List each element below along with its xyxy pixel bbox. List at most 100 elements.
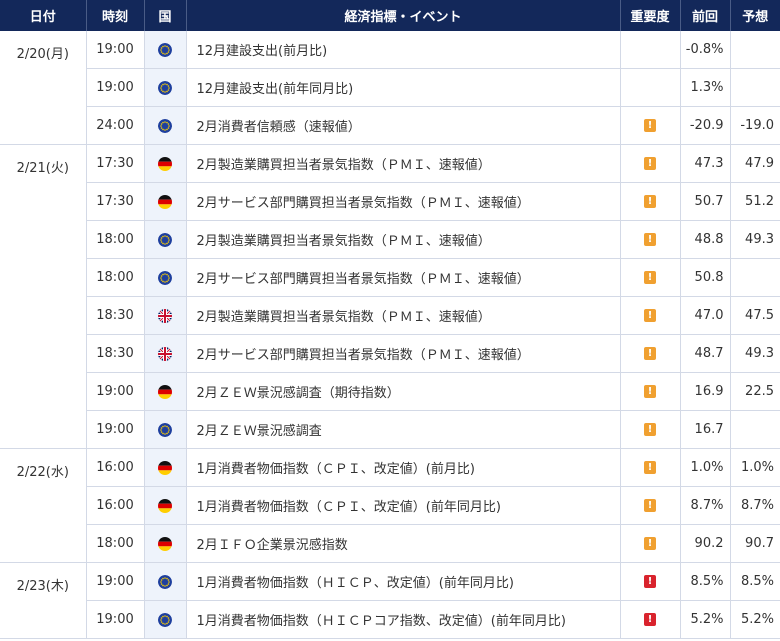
event-name-cell[interactable]: 12月建設支出(前月比) (186, 31, 621, 69)
table-row[interactable]: 18:30 2月製造業購買担当者景気指数（ＰＭＩ、速報値）! 47.0 47.5 (0, 296, 780, 335)
event-name-cell[interactable]: 1月消費者物価指数（ＣＰＩ、改定値）(前年同月比) (186, 486, 621, 525)
header-country[interactable]: 国 (144, 0, 187, 31)
table-row[interactable]: 2/23(木) 19:00 1月消費者物価指数（ＨＩＣＰ、改定値）(前年同月比)! 8… (0, 562, 780, 639)
economic-calendar-table: 日付 時刻 国 経済指標・イベント 重要度 前回 予想 2/20(月) 19:00… (0, 0, 780, 639)
time-cell: 24:00 (86, 106, 145, 145)
table-row[interactable]: 18:30 2月サービス部門購買担当者景気指数（ＰＭＩ、速報値）! 48.7 49.3 (0, 334, 780, 373)
importance-cell: ! (620, 600, 681, 639)
event-name-cell[interactable]: 2月サービス部門購買担当者景気指数（ＰＭＩ、速報値） (186, 258, 621, 297)
country-cell (144, 410, 187, 449)
previous-value-cell: 47.3 (680, 144, 731, 183)
event-name-cell[interactable]: 2月ＩＦＯ企業景況感指数 (186, 524, 621, 563)
importance-mid-icon: ! (644, 347, 656, 360)
eu-flag-icon (158, 118, 172, 133)
importance-cell: ! (620, 562, 681, 601)
table-row[interactable]: 2/21(火) 17:30 2月製造業購買担当者景気指数（ＰＭＩ、速報値）! 47.3… (0, 144, 780, 449)
importance-cell: ! (620, 486, 681, 525)
event-name-cell[interactable]: 1月消費者物価指数（ＣＰＩ、改定値）(前月比) (186, 448, 621, 487)
forecast-value-cell: -19.0 (730, 106, 780, 145)
event-name-cell[interactable]: 2月製造業購買担当者景気指数（ＰＭＩ、速報値） (186, 144, 621, 183)
event-name-cell[interactable]: 1月消費者物価指数（ＨＩＣＰコア指数、改定値）(前年同月比) (186, 600, 621, 639)
eu-flag-icon (158, 232, 172, 247)
previous-value-cell: 8.7% (680, 486, 731, 525)
country-cell (144, 31, 187, 69)
table-row[interactable]: 18:00 2月サービス部門購買担当者景気指数（ＰＭＩ、速報値）! 50.8 (0, 258, 780, 297)
previous-value-cell: 16.7 (680, 410, 731, 449)
importance-mid-icon: ! (644, 499, 656, 512)
header-time[interactable]: 時刻 (86, 0, 145, 31)
importance-high-icon: ! (644, 613, 656, 626)
country-cell (144, 334, 187, 373)
time-cell: 18:00 (86, 220, 145, 259)
forecast-value-cell: 47.9 (730, 144, 780, 183)
table-row[interactable]: 19:00 12月建設支出(前年同月比) 1.3% (0, 68, 780, 107)
header-date[interactable]: 日付 (0, 0, 87, 31)
previous-value-cell: 48.7 (680, 334, 731, 373)
previous-value-cell: 16.9 (680, 372, 731, 411)
header-forecast[interactable]: 予想 (730, 0, 780, 31)
forecast-value-cell: 8.7% (730, 486, 780, 525)
event-name-cell[interactable]: 2月製造業購買担当者景気指数（ＰＭＩ、速報値） (186, 296, 621, 335)
table-body: 2/20(月) 19:00 12月建設支出(前月比) -0.8% 19:00 12月建設支… (0, 31, 780, 639)
header-previous[interactable]: 前回 (680, 0, 731, 31)
country-cell (144, 182, 187, 221)
time-cell: 16:00 (86, 448, 145, 487)
forecast-value-cell (730, 31, 780, 69)
date-cell: 2/20(月) (0, 31, 87, 145)
country-cell (144, 562, 187, 601)
importance-mid-icon: ! (644, 461, 656, 474)
previous-value-cell: 48.8 (680, 220, 731, 259)
forecast-value-cell: 90.7 (730, 524, 780, 563)
event-name-cell[interactable]: 2月ＺＥＷ景況感調査 (186, 410, 621, 449)
de-flag-icon (158, 156, 172, 171)
importance-cell: ! (620, 144, 681, 183)
table-row[interactable]: 18:00 2月製造業購買担当者景気指数（ＰＭＩ、速報値）! 48.8 49.3 (0, 220, 780, 259)
table-row[interactable]: 24:00 2月消費者信頼感（速報値）! -20.9 -19.0 (0, 106, 780, 145)
eu-flag-icon (158, 422, 172, 437)
table-row[interactable]: 19:00 1月消費者物価指数（ＨＩＣＰコア指数、改定値）(前年同月比)! 5.2%… (0, 600, 780, 639)
importance-cell: ! (620, 448, 681, 487)
importance-mid-icon: ! (644, 119, 656, 132)
country-cell (144, 220, 187, 259)
table-row[interactable]: 2/22(水) 16:00 1月消費者物価指数（ＣＰＩ、改定値）(前月比)! 1.0%… (0, 448, 780, 563)
table-row[interactable]: 2/20(月) 19:00 12月建設支出(前月比) -0.8% (0, 31, 780, 145)
table-row[interactable]: 16:00 1月消費者物価指数（ＣＰＩ、改定値）(前年同月比)! 8.7% 8.7% (0, 486, 780, 525)
forecast-value-cell: 1.0% (730, 448, 780, 487)
event-name-cell[interactable]: 1月消費者物価指数（ＨＩＣＰ、改定値）(前年同月比) (186, 562, 621, 601)
country-cell (144, 258, 187, 297)
importance-high-icon: ! (644, 575, 656, 588)
importance-cell: ! (620, 182, 681, 221)
importance-cell: ! (620, 220, 681, 259)
forecast-value-cell: 47.5 (730, 296, 780, 335)
event-name-cell[interactable]: 12月建設支出(前年同月比) (186, 68, 621, 107)
table-row[interactable]: 19:00 2月ＺＥＷ景況感調査! 16.7 (0, 410, 780, 449)
table-row[interactable]: 17:30 2月サービス部門購買担当者景気指数（ＰＭＩ、速報値）! 50.7 51.2 (0, 182, 780, 221)
importance-cell: ! (620, 296, 681, 335)
previous-value-cell: 1.0% (680, 448, 731, 487)
table-header-row: 日付 時刻 国 経済指標・イベント 重要度 前回 予想 (0, 0, 780, 31)
previous-value-cell: 5.2% (680, 600, 731, 639)
event-name-cell[interactable]: 2月サービス部門購買担当者景気指数（ＰＭＩ、速報値） (186, 182, 621, 221)
importance-mid-icon: ! (644, 157, 656, 170)
time-cell: 19:00 (86, 31, 145, 69)
event-name-cell[interactable]: 2月消費者信頼感（速報値） (186, 106, 621, 145)
importance-cell: ! (620, 372, 681, 411)
header-importance[interactable]: 重要度 (620, 0, 681, 31)
event-name-cell[interactable]: 2月ＺＥＷ景況感調査（期待指数） (186, 372, 621, 411)
time-cell: 18:00 (86, 524, 145, 563)
event-name-cell[interactable]: 2月サービス部門購買担当者景気指数（ＰＭＩ、速報値） (186, 334, 621, 373)
eu-flag-icon (158, 612, 172, 627)
table-row[interactable]: 19:00 2月ＺＥＷ景況感調査（期待指数）! 16.9 22.5 (0, 372, 780, 411)
importance-cell: ! (620, 334, 681, 373)
eu-flag-icon (158, 80, 172, 95)
header-event[interactable]: 経済指標・イベント (186, 0, 621, 31)
previous-value-cell: 50.8 (680, 258, 731, 297)
event-name-cell[interactable]: 2月製造業購買担当者景気指数（ＰＭＩ、速報値） (186, 220, 621, 259)
country-cell (144, 68, 187, 107)
country-cell (144, 486, 187, 525)
previous-value-cell: -20.9 (680, 106, 731, 145)
table-row[interactable]: 18:00 2月ＩＦＯ企業景況感指数! 90.2 90.7 (0, 524, 780, 563)
country-cell (144, 524, 187, 563)
country-cell (144, 600, 187, 639)
country-cell (144, 372, 187, 411)
